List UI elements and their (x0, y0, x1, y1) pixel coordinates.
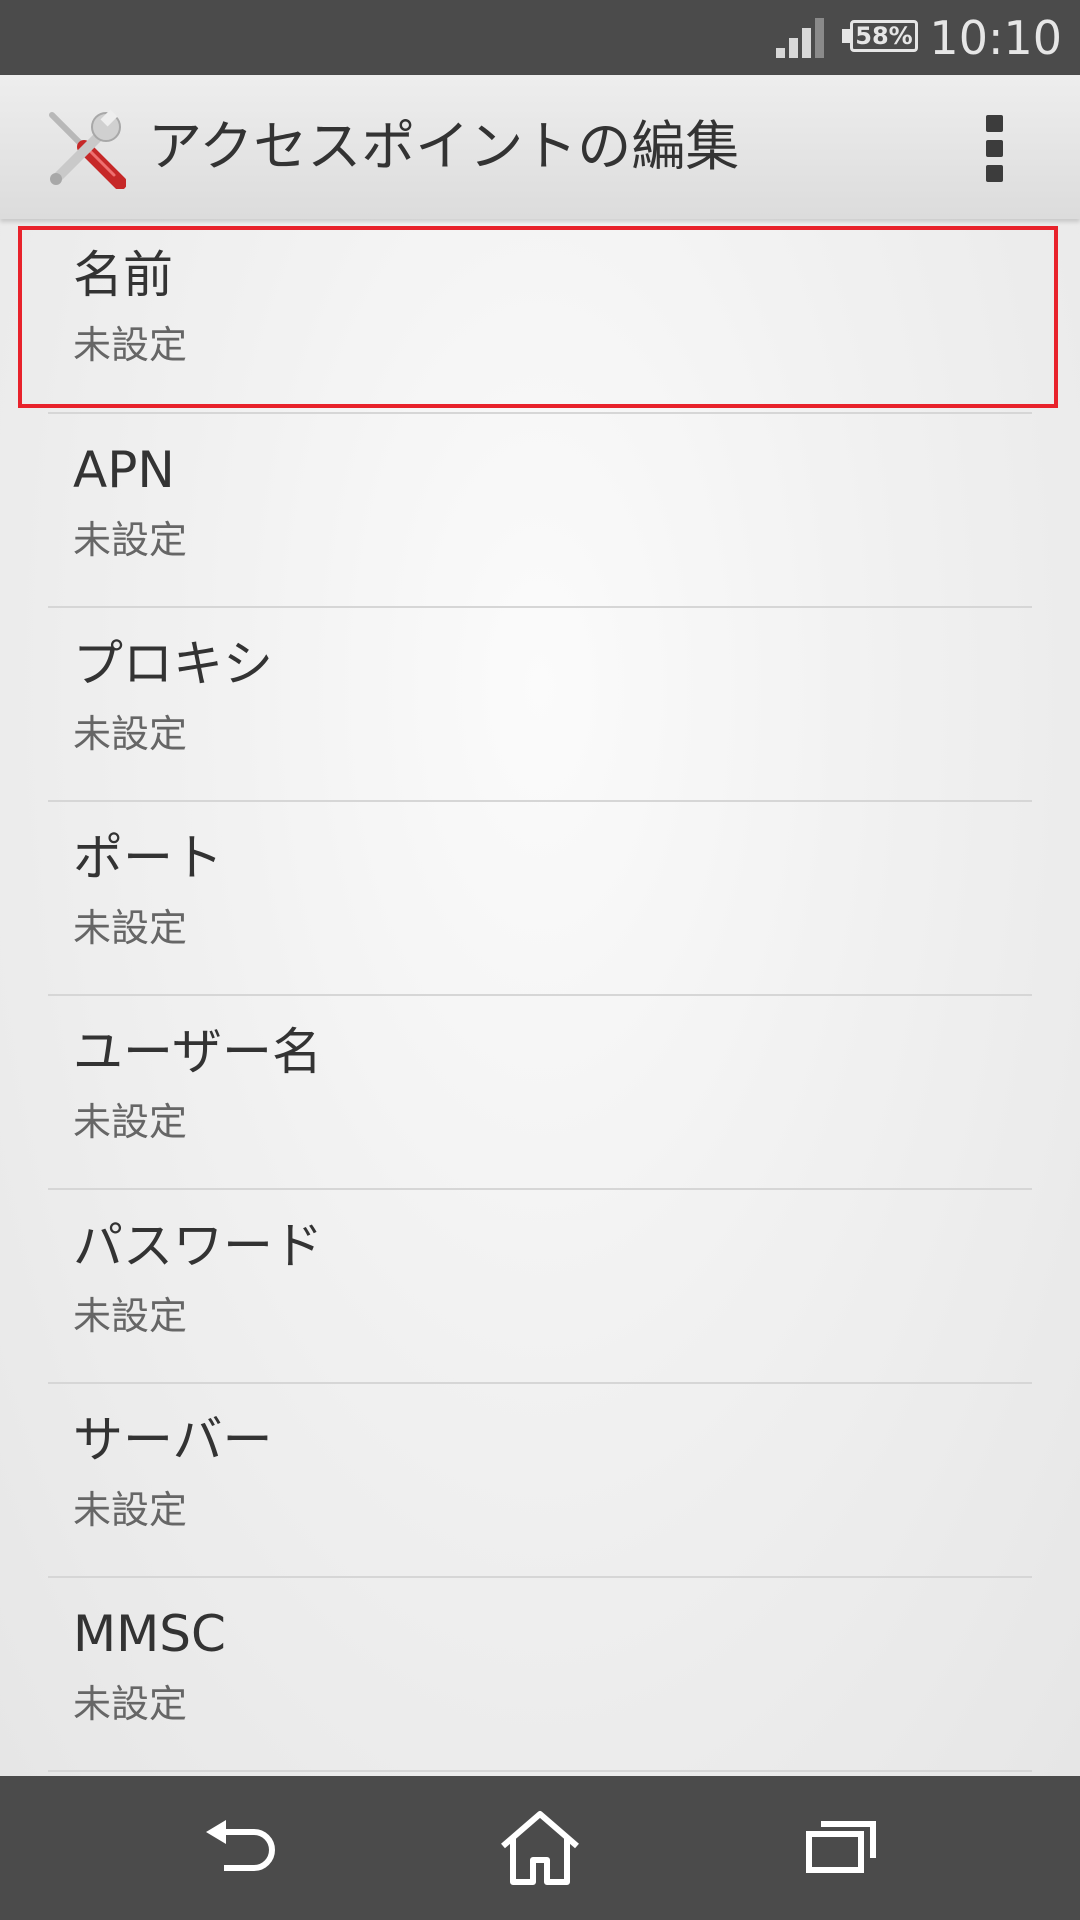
list-item-summary: 未設定 (73, 323, 188, 367)
action-bar: アクセスポイントの編集 (0, 75, 1080, 219)
back-icon[interactable] (196, 1808, 286, 1888)
page-title: アクセスポイントの編集 (148, 115, 740, 178)
list-item-title: サーバー (73, 1411, 273, 1469)
list-item-title: ユーザー名 (73, 1023, 322, 1081)
list-item-title: ポート (73, 829, 223, 887)
list-item-summary: 未設定 (73, 906, 188, 950)
list-item-title: MMSC (73, 1605, 226, 1663)
tools-icon[interactable] (44, 107, 126, 189)
list-item-summary: 未設定 (73, 1488, 188, 1532)
navigation-bar (0, 1776, 1080, 1920)
divider (48, 1770, 1032, 1772)
list-item-port[interactable]: ポート 未設定 (48, 802, 1032, 995)
apn-settings-list: 名前 未設定 APN 未設定 プロキシ 未設定 ポート 未設定 ユーザー名 未設… (0, 219, 1080, 1776)
overflow-menu-icon[interactable] (978, 115, 1014, 185)
status-bar: 58% 10:10 (0, 0, 1080, 75)
list-item-title: パスワード (73, 1217, 323, 1275)
recent-apps-icon[interactable] (795, 1808, 885, 1888)
list-item-title: APN (73, 441, 175, 499)
list-item-summary: 未設定 (73, 518, 188, 562)
clock: 10:10 (929, 11, 1062, 65)
list-item-name[interactable]: 名前 未設定 (48, 219, 1032, 412)
list-item-proxy[interactable]: プロキシ 未設定 (48, 608, 1032, 801)
list-item-server[interactable]: サーバー 未設定 (48, 1384, 1032, 1577)
list-item-username[interactable]: ユーザー名 未設定 (48, 996, 1032, 1189)
list-item-summary: 未設定 (73, 1294, 188, 1338)
battery-icon: 58% (842, 20, 922, 56)
list-item-title: 名前 (73, 246, 173, 304)
battery-level: 58% (855, 22, 913, 50)
signal-icon (776, 18, 824, 58)
list-item-password[interactable]: パスワード 未設定 (48, 1190, 1032, 1383)
list-item-summary: 未設定 (73, 1100, 188, 1144)
home-icon[interactable] (495, 1808, 585, 1888)
list-item-summary: 未設定 (73, 712, 188, 756)
list-item-apn[interactable]: APN 未設定 (48, 414, 1032, 607)
list-item-summary: 未設定 (73, 1682, 188, 1726)
list-item-title: プロキシ (73, 635, 273, 693)
list-item-mmsc[interactable]: MMSC 未設定 (48, 1578, 1032, 1771)
